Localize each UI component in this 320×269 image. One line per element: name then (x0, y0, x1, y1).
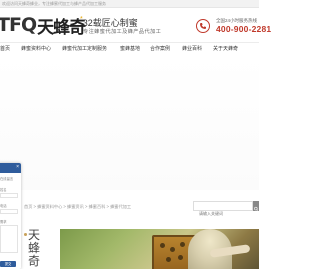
comb-cell (166, 257, 171, 262)
logo-mark: TFQ (0, 14, 37, 36)
comb-cell (170, 247, 175, 252)
comb-cell (160, 243, 165, 248)
phone-icon (196, 19, 210, 33)
search-button[interactable] (253, 201, 259, 211)
name-field[interactable] (0, 193, 18, 198)
nav-item-cases[interactable]: 合作案例 (150, 43, 170, 56)
hero-banner (0, 56, 259, 190)
side-label-need: 需求 (0, 220, 7, 224)
nav-item-honey-data[interactable]: 蜂蜜资料中心 (21, 43, 51, 56)
sub-slogan: 专注蜂蜜代加工及蜂产品代加工 (83, 29, 162, 35)
side-panel-title: 在线留言 (0, 177, 14, 181)
search-box (193, 201, 253, 218)
slogan-text: 32载匠心制蜜 (82, 18, 138, 28)
message-side-panel: × 在线留言 姓名 电话 需求 提交 (0, 163, 21, 269)
top-bar-text: 欢迎访问天蜂奇蜂业，专注蜂蜜代加工与蜂产品代加工服务 (2, 1, 106, 6)
breadcrumb[interactable]: 首页 > 蜂蜜资料中心 > 蜂蜜资讯 > 蜂蜜百科 > 蜂蜜代加工 (24, 204, 131, 210)
close-icon[interactable]: × (16, 164, 19, 171)
side-label-name: 姓名 (0, 188, 7, 192)
nav-item-home[interactable]: 首页 (0, 43, 10, 56)
comb-cell (178, 255, 183, 260)
nav-item-encyclopedia[interactable]: 蜂业百科 (182, 43, 202, 56)
phone-icon-glyph (200, 23, 206, 29)
hotline-number[interactable]: 400-900-2281 (216, 24, 271, 34)
beekeeping-photo (60, 229, 259, 269)
site-logo[interactable]: TFQ 天蜂奇 (0, 14, 86, 38)
submit-button[interactable]: 提交 (0, 261, 16, 267)
nav-item-bee-base[interactable]: 蜜蜂基地 (120, 43, 140, 56)
search-input[interactable] (194, 209, 251, 218)
section-vertical-title: 天蜂奇 (24, 228, 41, 268)
search-icon (254, 206, 259, 211)
nav-item-oem-service[interactable]: 蜂蜜代加工定制服务 (62, 43, 107, 56)
main-nav: 首页 蜂蜜资料中心 蜂蜜代加工定制服务 蜜蜂基地 合作案例 蜂业百科 关于天蜂奇 (0, 42, 259, 57)
title-dot-decoration (24, 233, 27, 236)
vertical-title-text: 天蜂奇 (27, 228, 40, 268)
side-panel-header: × (0, 163, 21, 173)
top-bar: 欢迎访问天蜂奇蜂业，专注蜂蜜代加工与蜂产品代加工服务 (0, 0, 259, 8)
need-field[interactable] (0, 225, 18, 253)
logo-text: 天蜂奇 (37, 17, 86, 38)
nav-item-about[interactable]: 关于天蜂奇 (213, 43, 238, 56)
comb-cell (180, 242, 185, 247)
